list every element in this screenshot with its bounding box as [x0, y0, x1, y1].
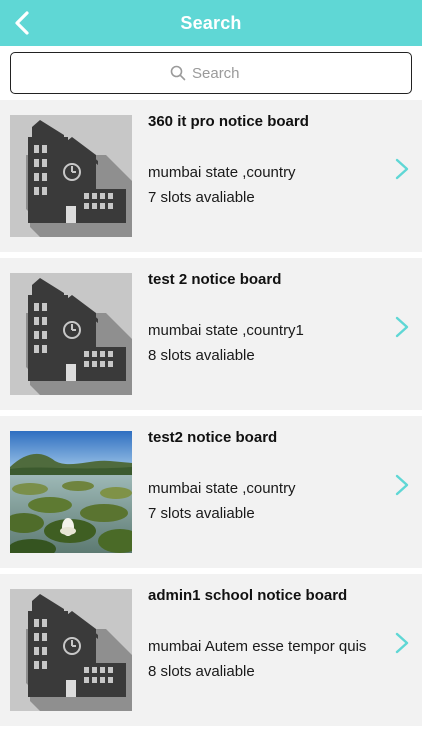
notice-board-title: test 2 notice board: [148, 271, 282, 288]
notice-board-location: mumbai state ,country: [148, 164, 296, 181]
slots-available: 8 slots avaliable: [148, 663, 255, 680]
chevron-right-icon[interactable]: [394, 314, 410, 340]
slots-available: 7 slots avaliable: [148, 189, 255, 206]
slots-available: 8 slots avaliable: [148, 347, 255, 364]
search-bar: [10, 52, 412, 94]
chevron-right-icon[interactable]: [394, 630, 410, 656]
chevron-right-icon[interactable]: [394, 472, 410, 498]
building-image: [10, 589, 132, 711]
notice-board-location: mumbai Autem esse tempor quis: [148, 638, 367, 655]
notice-board-location: mumbai state ,country1: [148, 322, 304, 339]
search-box[interactable]: [10, 52, 412, 94]
chevron-right-icon[interactable]: [394, 156, 410, 182]
lake-photo: [10, 431, 132, 553]
list-item[interactable]: admin1 school notice board mumbai Autem …: [0, 574, 422, 726]
chevron-left-icon: [15, 11, 29, 35]
back-button[interactable]: [6, 7, 38, 39]
list-item[interactable]: test 2 notice board mumbai state ,countr…: [0, 258, 422, 410]
search-input[interactable]: [192, 64, 252, 82]
building-image: [10, 273, 132, 395]
notice-board-title: test2 notice board: [148, 429, 278, 446]
list-item[interactable]: test2 notice board mumbai state ,country…: [0, 416, 422, 568]
notice-board-title: admin1 school notice board: [148, 587, 348, 604]
list-item[interactable]: 360 it pro notice board mumbai state ,co…: [0, 100, 422, 252]
notice-board-location: mumbai state ,country: [148, 480, 296, 497]
building-image: [10, 115, 132, 237]
notice-board-title: 360 it pro notice board: [148, 113, 309, 130]
search-icon: [170, 65, 186, 81]
slots-available: 7 slots avaliable: [148, 505, 255, 522]
page-title: Search: [180, 12, 242, 33]
header-bar: Search: [0, 0, 422, 46]
